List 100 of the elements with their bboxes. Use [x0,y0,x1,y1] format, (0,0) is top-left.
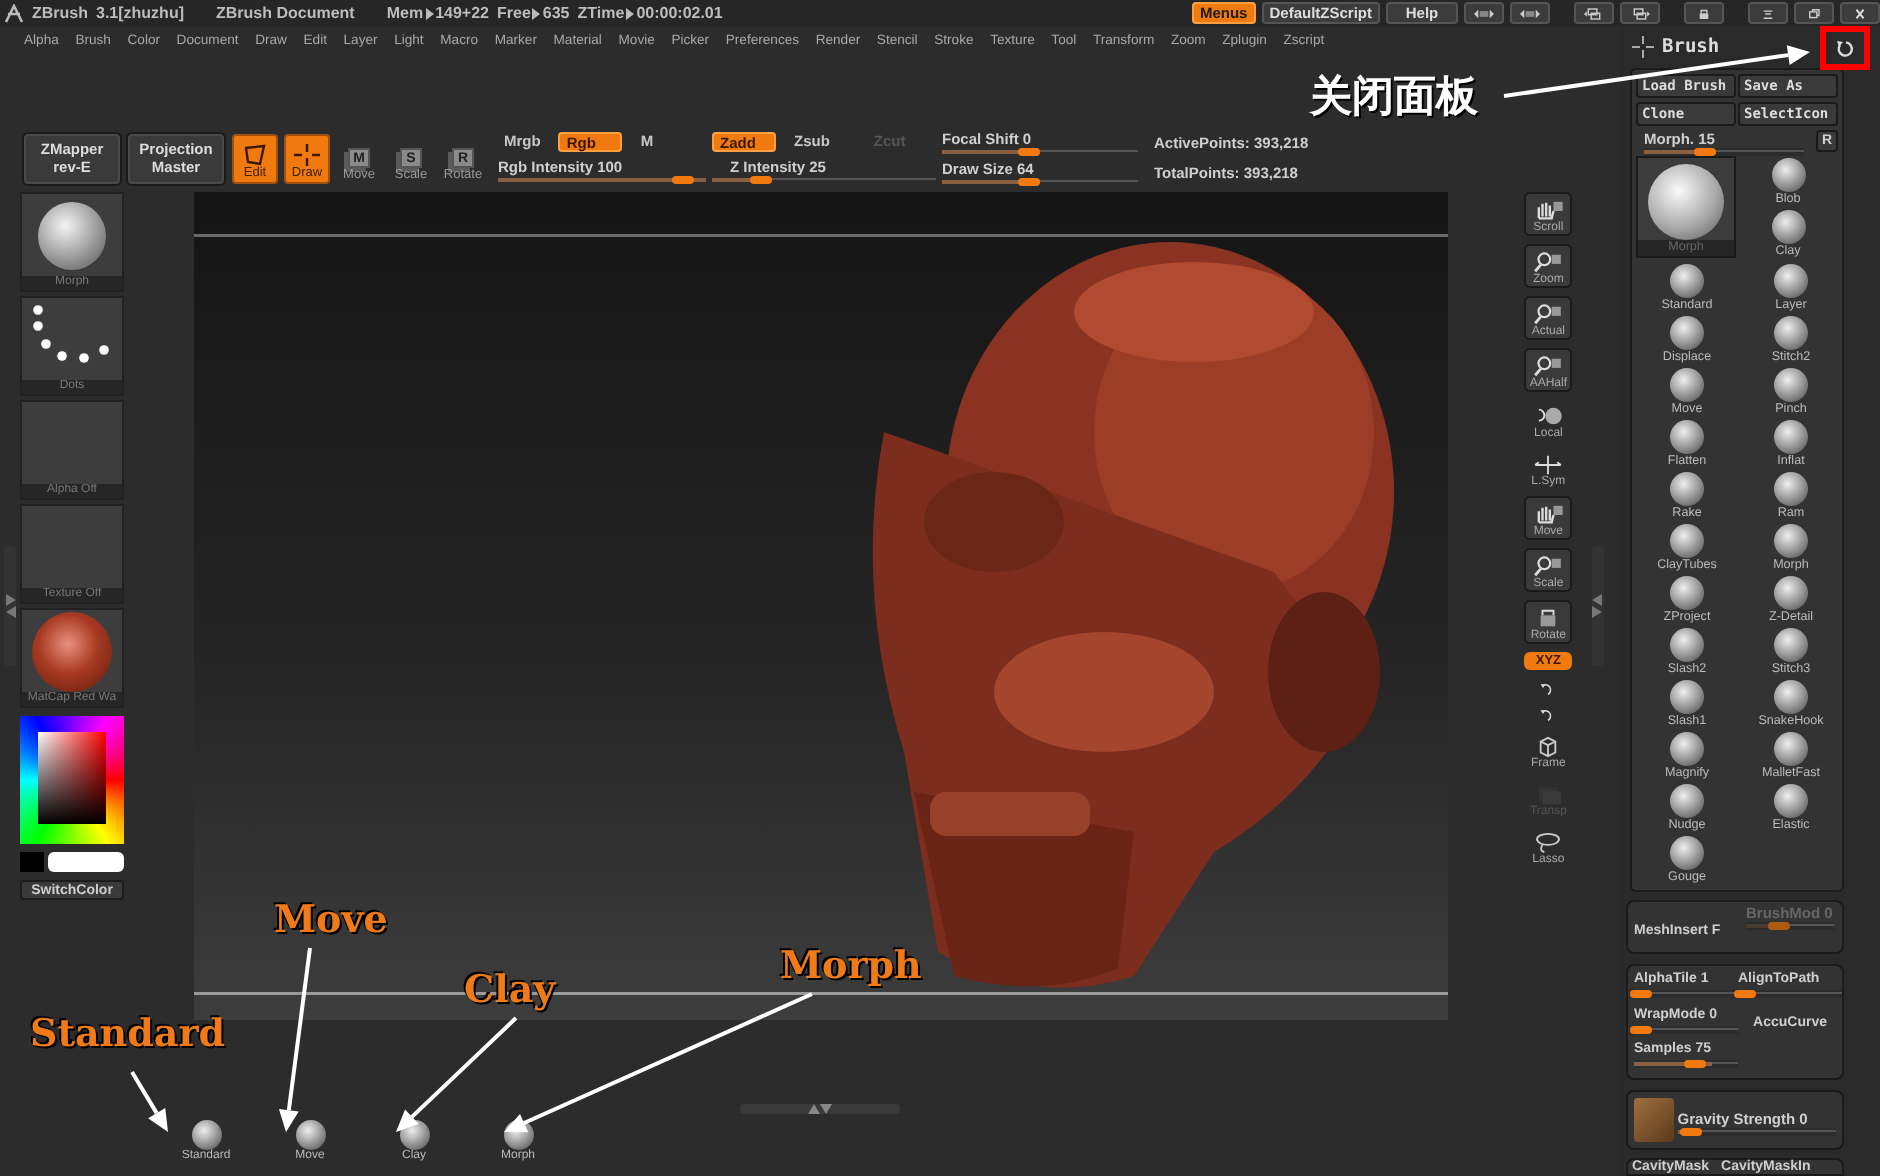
sphere-icon [1774,680,1808,714]
slider[interactable] [942,148,1138,156]
slider-thumb[interactable] [1694,148,1717,156]
stat-label: Mem [386,4,424,22]
slider[interactable] [1677,1128,1836,1136]
slider[interactable] [1634,1025,1738,1034]
crosshair-icon [294,143,320,165]
sphere-icon [1670,368,1704,402]
stat-label: ZTime [577,4,625,22]
restore-icon [1804,5,1824,21]
sphere-icon [1774,576,1808,610]
rotate-icon [1836,39,1854,57]
restore-button[interactable] [1794,2,1834,24]
sphere-icon [1774,524,1808,558]
sphere-icon [1774,420,1808,454]
annotation-arrow [130,1070,168,1132]
texture-swatch-icon [1634,1098,1674,1142]
slider-thumb[interactable] [672,176,694,184]
slider-thumb[interactable] [1017,148,1039,156]
color-picker[interactable] [20,716,124,844]
windows-icon [1584,5,1604,21]
sphere-icon [1774,472,1808,506]
stat-label: Free [497,4,531,22]
arrows-button[interactable] [1464,2,1504,24]
annotation-label: Clay [464,968,556,1012]
slider-thumb[interactable] [750,176,773,184]
close-icon [1850,5,1870,21]
slider[interactable] [942,178,1138,186]
axis-icon [1532,454,1565,476]
slider-thumb[interactable] [1630,990,1653,998]
color-swatch[interactable] [48,852,124,872]
sphere-icon [1771,210,1805,244]
sphere-icon [1670,784,1704,818]
sphere-icon [1670,576,1704,610]
slider[interactable] [1634,990,1738,998]
sphere-icon [1774,264,1808,298]
minimize-button[interactable] [1748,2,1788,24]
windows-button[interactable] [1620,2,1660,24]
windows-icon [1630,5,1650,21]
sphere-icon [1670,680,1704,714]
sphere-icon [191,1120,221,1150]
close-button[interactable] [1840,2,1880,24]
stat-value: 149+22 [435,4,489,22]
hand-icon [1532,200,1565,222]
arrow-icon [1592,594,1603,618]
arrows-icon [1474,5,1494,21]
windows-button[interactable] [1574,2,1614,24]
stat-value: 00:00:02.01 [636,4,723,22]
sphere-icon [1648,164,1724,240]
slider[interactable] [1634,1060,1738,1069]
color-swatch[interactable] [20,852,44,872]
lock-icon [1694,5,1714,21]
sphere-icon [1774,784,1808,818]
slider-thumb[interactable] [1630,1025,1653,1034]
minimize-icon [1758,5,1778,21]
slider[interactable] [712,176,936,184]
slider-thumb[interactable] [1767,922,1789,930]
triangle-icon [626,7,635,19]
arrow-icon [808,1104,832,1114]
slider[interactable] [1746,922,1834,930]
slider-thumb[interactable] [1679,1128,1702,1136]
annotation-label: 关闭面板 [1310,70,1478,124]
panel-handle[interactable] [4,546,16,666]
sphere-icon [1670,836,1704,870]
app-name: ZBrush [32,4,88,22]
arrows-button[interactable] [1510,2,1550,24]
sphere-icon [1670,264,1704,298]
app-version: 3.1[zhuzhu] [96,4,184,22]
sphere-icon [295,1120,325,1150]
sphere-icon [1774,732,1808,766]
panel-title: Brush [1662,35,1720,57]
triangle-icon [425,7,434,19]
quad-icon [242,143,268,165]
slider[interactable] [1738,990,1842,998]
panel-handle[interactable] [1591,546,1604,666]
triangle-icon [532,7,541,19]
slider-thumb[interactable] [1734,990,1757,998]
sphere-icon [1670,316,1704,350]
hand-icon [1532,504,1565,526]
sphere-icon [1774,368,1808,402]
document-name: ZBrush Document [216,4,355,22]
magnifier-icon [1532,556,1565,578]
magnifier-icon [1532,356,1565,378]
stat-value: 635 [542,4,570,22]
annotation-label: Morph [780,944,922,988]
magnifier-icon [1532,304,1565,326]
sphere-icon [1771,158,1805,192]
annotation-label: Standard [30,1012,226,1056]
arrows-icon [1520,5,1540,21]
magnifier-icon [1532,252,1565,274]
slider-thumb[interactable] [1683,1060,1706,1069]
sphere-icon [1670,628,1704,662]
sphere-icon [1670,472,1704,506]
slider[interactable] [1644,148,1804,156]
panel-handle[interactable] [740,1104,900,1114]
sphere-icon [1670,420,1704,454]
slider-thumb[interactable] [1017,178,1039,186]
sphere-icon [1670,732,1704,766]
lock-button[interactable] [1684,2,1724,24]
move-icon [1632,35,1654,57]
